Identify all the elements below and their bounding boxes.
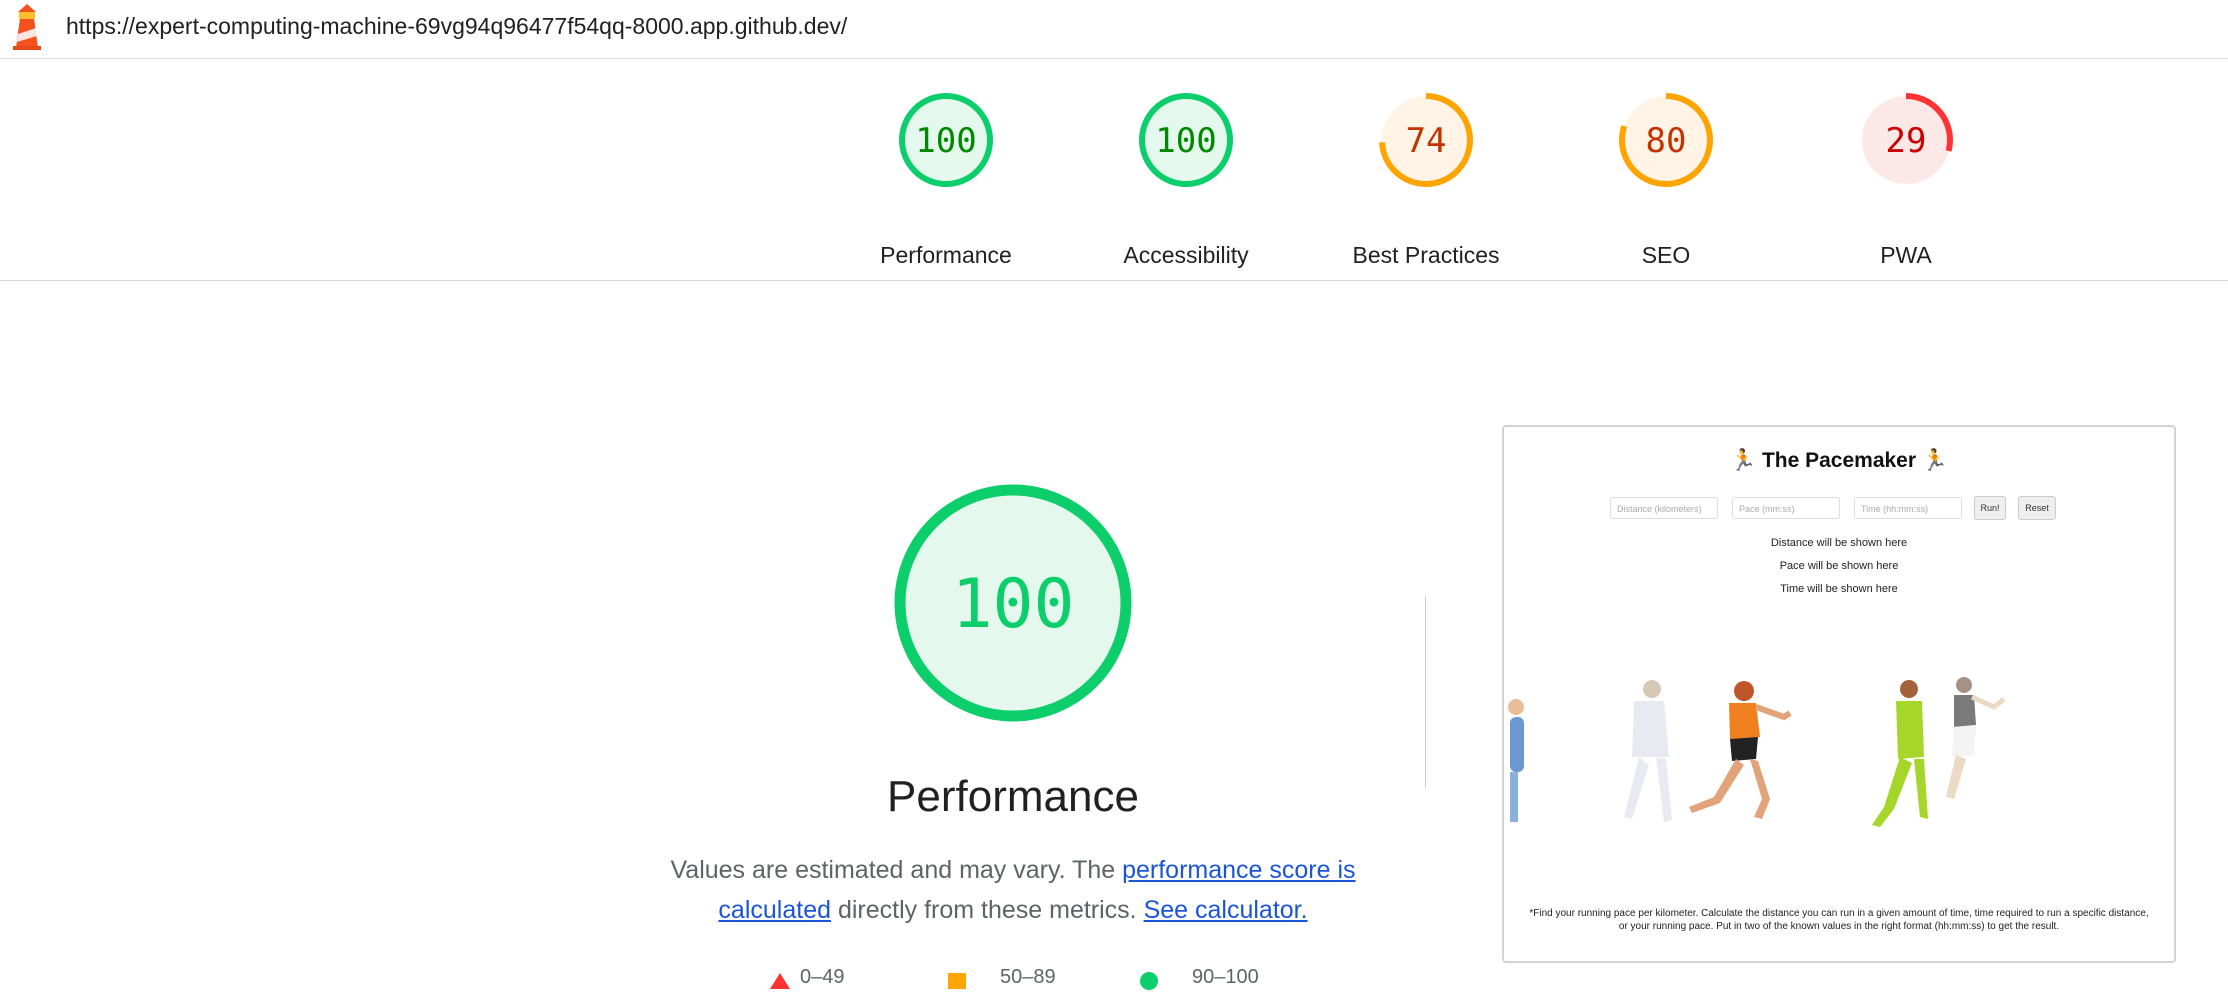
page-url[interactable]: https://expert-computing-machine-69vg94q… [66,13,847,40]
see-calculator-link[interactable]: See calculator. [1144,896,1308,924]
legend-average: 50–89 [1000,966,1056,988]
gauge-score: 80 [1646,121,1687,161]
gauge-label: Performance [880,242,1012,268]
url-bar: https://expert-computing-machine-69vg94q… [0,0,2228,59]
pace-output: Pace will be shown here [1779,560,1899,572]
preview-title: 🏃 The Pacemaker 🏃 [1504,449,2174,473]
runners-image [1508,677,2006,827]
run-button[interactable]: Run! [1974,496,2006,520]
runner-figure [1946,677,2006,799]
desc-text: Values are estimated and may vary. The [670,856,1123,884]
gauge-seo[interactable]: 80 SEO [1591,90,1741,268]
time-input[interactable]: Time (hh:mm:ss) [1854,497,1962,519]
runner-figure [1872,680,1928,827]
vertical-divider [1425,596,1426,788]
preview-title-text: The Pacemaker [1761,449,1917,472]
gauge-score: 74 [1406,121,1447,161]
score-legend: 0–49 50–89 90–100 [760,966,1280,990]
desc-text: directly from these metrics. [831,896,1144,924]
gauge-ring-performance: 100 [899,93,993,187]
performance-title: Performance [887,772,1139,821]
performance-description: Values are estimated and may vary. The p… [668,850,1358,930]
gauge-ring-seo: 80 [1619,93,1713,187]
gauge-performance[interactable]: 100 Performance [871,90,1021,268]
final-screenshot[interactable]: 🏃 The Pacemaker 🏃 Distance (kilometers) … [1502,425,2176,963]
runner-figure [1508,699,1524,822]
reset-button[interactable]: Reset [2018,496,2056,520]
gauge-score: 29 [1886,121,1927,161]
runner-icon: 🏃 [1729,449,1757,472]
score-summary: 100 Performance 100 Accessibility 74 Bes… [0,59,2228,281]
gauge-score: 100 [1155,121,1216,161]
pace-input[interactable]: Pace (mm:ss) [1732,497,1840,519]
gauge-label: PWA [1880,242,1932,268]
gauge-score: 100 [915,121,976,161]
legend-fail: 0–49 [800,966,845,988]
gauge-ring-accessibility: 100 [1139,93,1233,187]
distance-input[interactable]: Distance (kilometers) [1610,497,1718,519]
preview-footer-note: *Find your running pace per kilometer. C… [1529,908,2149,932]
runner-icon: 🏃 [1921,449,1949,472]
gauge-ring-pwa: 29 [1859,93,1953,187]
runner-figure [1689,681,1792,819]
gauge-pwa[interactable]: 29 PWA [1831,90,1981,268]
gauge-label: Accessibility [1123,242,1249,268]
performance-score: 100 [952,565,1075,644]
average-square-icon [948,972,966,995]
gauge-best-practices[interactable]: 74 Best Practices [1351,90,1501,268]
distance-output: Distance will be shown here [1770,537,1908,549]
performance-main-gauge: 100 [894,484,1132,722]
runner-figure [1624,680,1672,822]
lighthouse-logo-icon [13,4,41,50]
time-output: Time will be shown here [1780,583,1898,595]
fail-triangle-icon [770,972,790,995]
legend-pass: 90–100 [1192,966,1259,988]
gauge-label: SEO [1641,242,1691,268]
gauge-ring-best-practices: 74 [1379,93,1473,187]
gauge-accessibility[interactable]: 100 Accessibility [1111,90,1261,268]
gauge-label: Best Practices [1352,242,1500,268]
